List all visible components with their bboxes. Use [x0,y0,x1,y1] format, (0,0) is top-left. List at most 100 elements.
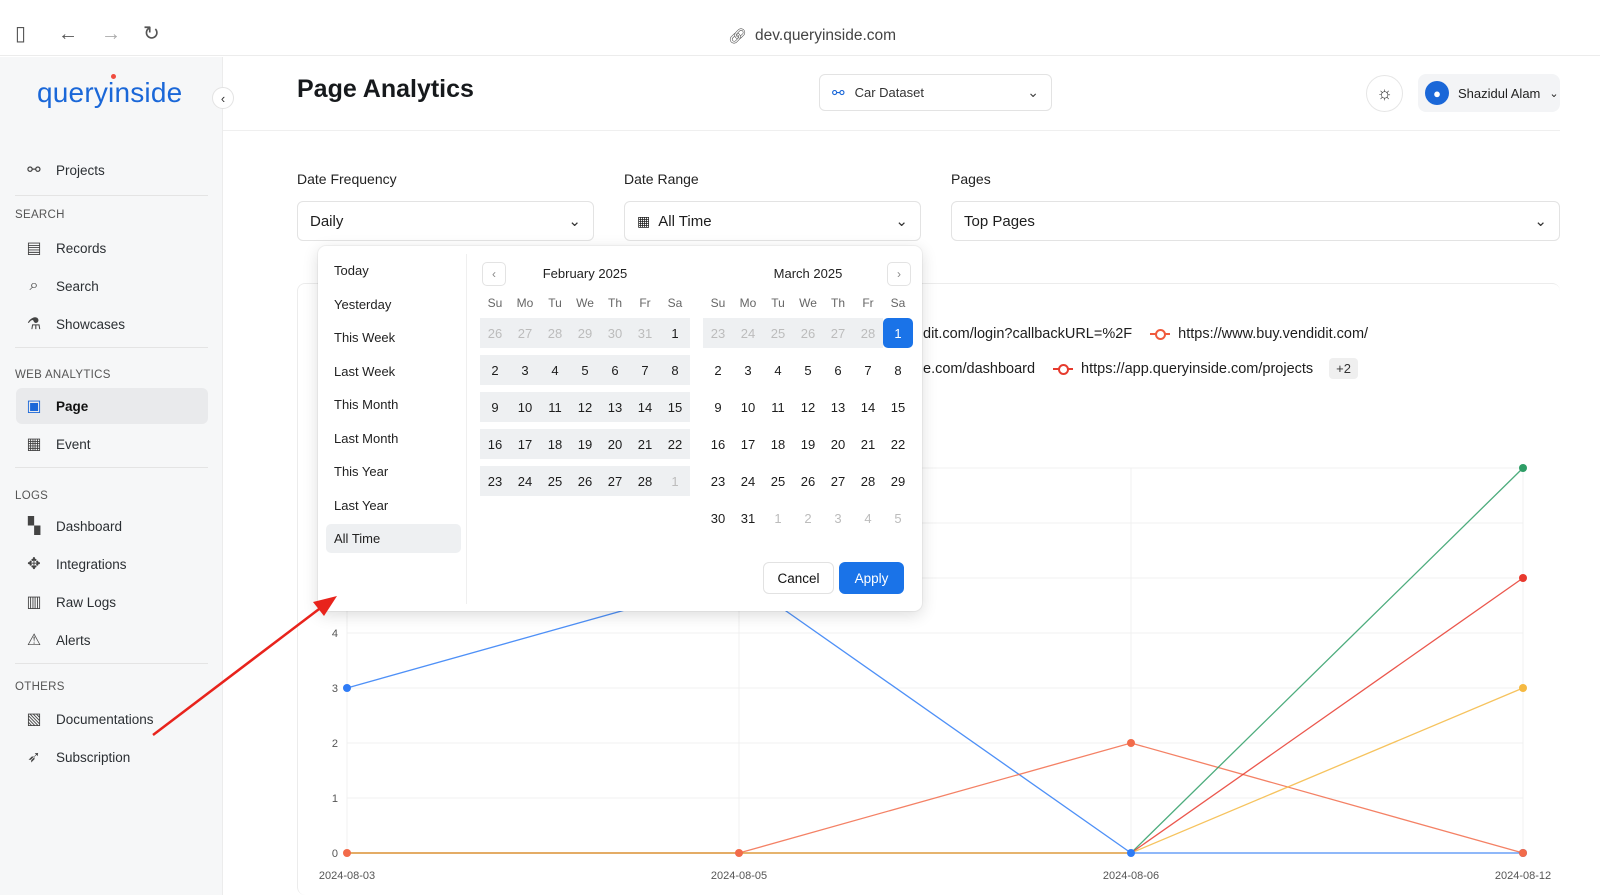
day-cell[interactable]: 9 [480,392,510,422]
day-cell[interactable]: 27 [823,318,853,348]
preset-all-time[interactable]: All Time [326,524,461,553]
day-cell[interactable]: 5 [883,503,913,533]
day-cell[interactable]: 2 [480,355,510,385]
day-cell[interactable]: 1 [763,503,793,533]
day-cell[interactable]: 1 [660,466,690,496]
day-cell[interactable]: 26 [793,318,823,348]
day-cell[interactable]: 18 [540,429,570,459]
day-cell[interactable]: 30 [600,318,630,348]
day-cell[interactable]: 8 [883,355,913,385]
day-cell[interactable]: 1 [660,318,690,348]
day-cell[interactable]: 23 [703,318,733,348]
day-cell[interactable]: 2 [793,503,823,533]
day-cell[interactable]: 3 [823,503,853,533]
day-cell[interactable]: 15 [660,392,690,422]
day-cell[interactable]: 12 [793,392,823,422]
day-cell[interactable]: 19 [570,429,600,459]
day-cell[interactable]: 29 [883,466,913,496]
day-cell[interactable]: 21 [853,429,883,459]
day-cell[interactable]: 8 [660,355,690,385]
series-point-0[interactable] [343,684,351,692]
series-point-1[interactable] [1127,739,1135,747]
day-cell[interactable]: 24 [733,466,763,496]
day-cell[interactable]: 21 [630,429,660,459]
day-cell[interactable]: 26 [480,318,510,348]
day-cell[interactable]: 10 [510,392,540,422]
day-cell[interactable]: 4 [853,503,883,533]
day-cell[interactable]: 9 [703,392,733,422]
day-cell[interactable]: 24 [510,466,540,496]
day-cell[interactable]: 22 [660,429,690,459]
day-cell[interactable]: 11 [540,392,570,422]
preset-this-year[interactable]: This Year [326,457,461,486]
preset-last-year[interactable]: Last Year [326,491,461,520]
day-cell[interactable]: 7 [630,355,660,385]
day-cell[interactable]: 10 [733,392,763,422]
day-cell[interactable]: 7 [853,355,883,385]
day-cell[interactable]: 5 [570,355,600,385]
day-cell[interactable]: 20 [823,429,853,459]
day-cell[interactable]: 3 [733,355,763,385]
series-point-1[interactable] [735,849,743,857]
day-cell[interactable]: 30 [703,503,733,533]
series-point-0[interactable] [1127,849,1135,857]
day-cell[interactable]: 17 [733,429,763,459]
day-cell[interactable]: 23 [480,466,510,496]
series-point-2[interactable] [1519,464,1527,472]
day-cell[interactable]: 19 [793,429,823,459]
day-cell[interactable]: 6 [823,355,853,385]
day-cell[interactable]: 26 [793,466,823,496]
series-point-1[interactable] [1519,849,1527,857]
day-cell[interactable]: 4 [540,355,570,385]
day-cell[interactable]: 31 [630,318,660,348]
prev-month-button[interactable]: ‹ [482,262,506,286]
day-cell[interactable]: 27 [823,466,853,496]
series-point-1[interactable] [343,849,351,857]
day-cell[interactable]: 3 [510,355,540,385]
day-cell[interactable]: 16 [703,429,733,459]
apply-button[interactable]: Apply [839,562,904,594]
cancel-button[interactable]: Cancel [763,562,834,594]
day-cell[interactable]: 23 [703,466,733,496]
day-cell[interactable]: 28 [540,318,570,348]
day-cell[interactable]: 20 [600,429,630,459]
day-cell[interactable]: 25 [540,466,570,496]
day-cell[interactable]: 25 [763,466,793,496]
preset-this-month[interactable]: This Month [326,390,461,419]
series-point-4[interactable] [1519,684,1527,692]
preset-last-week[interactable]: Last Week [326,357,461,386]
day-cell[interactable]: 27 [600,466,630,496]
day-cell[interactable]: 14 [853,392,883,422]
day-cell[interactable]: 18 [763,429,793,459]
day-cell[interactable]: 14 [630,392,660,422]
day-cell[interactable]: 27 [510,318,540,348]
day-cell[interactable]: 2 [703,355,733,385]
day-cell[interactable]: 24 [733,318,763,348]
day-cell[interactable]: 26 [570,466,600,496]
collapse-sidebar-button[interactable]: ‹ [212,87,234,109]
next-month-button[interactable]: › [887,262,911,286]
day-cell[interactable]: 28 [630,466,660,496]
day-cell[interactable]: 13 [600,392,630,422]
preset-this-week[interactable]: This Week [326,323,461,352]
day-cell[interactable]: 11 [763,392,793,422]
day-cell[interactable]: 28 [853,466,883,496]
preset-last-month[interactable]: Last Month [326,424,461,453]
day-cell[interactable]: 6 [600,355,630,385]
preset-today[interactable]: Today [326,256,461,285]
day-cell[interactable]: 13 [823,392,853,422]
day-cell[interactable]: 31 [733,503,763,533]
day-cell[interactable]: 4 [763,355,793,385]
day-cell[interactable]: 29 [570,318,600,348]
day-cell[interactable]: 28 [853,318,883,348]
day-cell[interactable]: 15 [883,392,913,422]
day-cell[interactable]: 5 [793,355,823,385]
day-cell[interactable]: 17 [510,429,540,459]
day-cell-selected[interactable]: 1 [883,318,913,348]
series-point-3[interactable] [1519,574,1527,582]
day-cell[interactable]: 12 [570,392,600,422]
day-cell[interactable]: 16 [480,429,510,459]
preset-yesterday[interactable]: Yesterday [326,290,461,319]
day-cell[interactable]: 25 [763,318,793,348]
day-cell[interactable]: 22 [883,429,913,459]
